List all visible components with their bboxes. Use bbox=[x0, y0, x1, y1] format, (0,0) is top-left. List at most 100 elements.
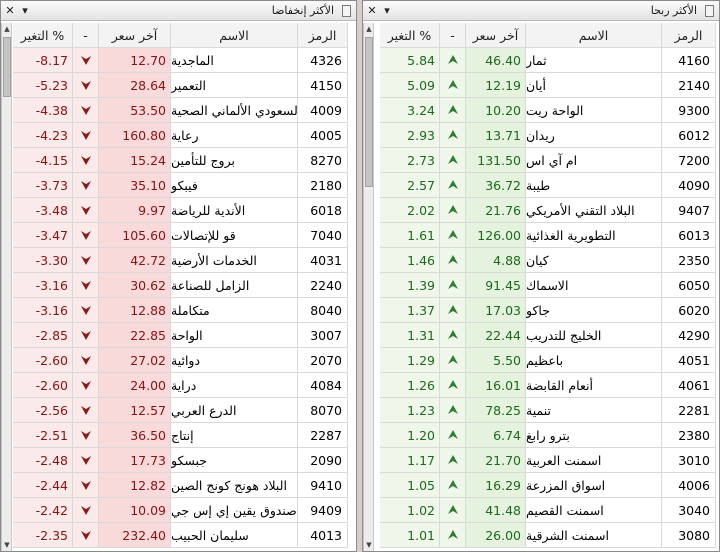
column-header-price[interactable]: آخر سعر bbox=[466, 23, 526, 47]
last-price: 232.40 bbox=[99, 523, 171, 547]
table-row[interactable]: -2.44 12.82 البلاد هونج كونج الصين 9410 bbox=[13, 473, 348, 498]
table-row[interactable]: 1.02 41.48 اسمنت القصيم 3040 bbox=[380, 498, 716, 523]
stock-name-value: اسمنت الشرقية bbox=[526, 527, 609, 543]
change-percent: 1.02 bbox=[380, 498, 440, 522]
chevron-down-icon[interactable]: ▾ bbox=[380, 3, 394, 17]
last-price-value: 36.72 bbox=[485, 177, 521, 193]
down-arrow-icon bbox=[73, 148, 99, 172]
table-row[interactable]: 1.26 16.01 أنعام القابضة 4061 bbox=[380, 373, 716, 398]
column-header-change[interactable]: التغير % bbox=[13, 23, 73, 47]
column-header-code[interactable]: الرمز bbox=[298, 23, 348, 47]
last-price-value: 12.70 bbox=[130, 52, 166, 68]
scroll-down-icon[interactable]: ▼ bbox=[2, 539, 12, 551]
chevron-down-icon[interactable]: ▾ bbox=[18, 3, 32, 17]
table-row[interactable]: -3.48 9.97 الأندية للرياضة 6018 bbox=[13, 198, 348, 223]
stock-name-value: الماجدية bbox=[171, 52, 214, 68]
scroll-up-icon[interactable]: ▲ bbox=[364, 23, 374, 35]
table-row[interactable]: -3.47 105.60 قو للإتصالات 7040 bbox=[13, 223, 348, 248]
table-row[interactable]: -2.42 10.09 صندوق يقين إي إس جي 9409 bbox=[13, 498, 348, 523]
table-row[interactable]: -8.17 12.70 الماجدية 4326 bbox=[13, 48, 348, 73]
stock-code: 2287 bbox=[298, 423, 348, 447]
scroll-up-icon[interactable]: ▲ bbox=[2, 23, 12, 35]
up-arrow-icon bbox=[440, 373, 466, 397]
last-price: 10.20 bbox=[466, 98, 526, 122]
table-row[interactable]: -2.35 232.40 سليمان الحبيب 4013 bbox=[13, 523, 348, 548]
table-row[interactable]: 1.31 22.44 الخليج للتدريب 4290 bbox=[380, 323, 716, 348]
window-restore-icon[interactable] bbox=[342, 5, 351, 17]
table-row[interactable]: 5.09 12.19 أيان 2140 bbox=[380, 73, 716, 98]
table-row[interactable]: 2.73 131.50 ام آي اس 7200 bbox=[380, 148, 716, 173]
close-icon[interactable]: ✕ bbox=[365, 3, 379, 17]
change-percent-value: -2.35 bbox=[35, 527, 68, 543]
scroll-down-icon[interactable]: ▼ bbox=[364, 539, 374, 551]
table-row[interactable]: -2.60 27.02 دوائية 2070 bbox=[13, 348, 348, 373]
column-header-code[interactable]: الرمز bbox=[662, 23, 716, 47]
change-percent-value: 1.31 bbox=[407, 327, 435, 343]
table-row[interactable]: 1.01 26.00 اسمنت الشرقية 3080 bbox=[380, 523, 716, 548]
column-header-dir[interactable]: - bbox=[440, 23, 466, 47]
table-row[interactable]: -3.16 12.88 متكاملة 8040 bbox=[13, 298, 348, 323]
stock-code-value: 4084 bbox=[310, 377, 342, 393]
table-row[interactable]: -4.23 160.80 رعاية 4005 bbox=[13, 123, 348, 148]
stock-code-value: 6018 bbox=[310, 202, 342, 218]
top-losers-title: الأكثر إنخفاضا bbox=[271, 4, 334, 17]
column-header-name[interactable]: الاسم bbox=[526, 23, 662, 47]
stock-name: كيان bbox=[526, 248, 662, 272]
down-arrow-icon bbox=[73, 248, 99, 272]
window-restore-icon[interactable] bbox=[705, 5, 714, 17]
stock-name: متكاملة bbox=[171, 298, 298, 322]
table-row[interactable]: -3.16 30.62 الزامل للصناعة 2240 bbox=[13, 273, 348, 298]
stock-code-value: 8270 bbox=[310, 152, 342, 168]
table-row[interactable]: -2.60 24.00 دراية 4084 bbox=[13, 373, 348, 398]
change-percent-value: 1.01 bbox=[407, 527, 435, 543]
table-row[interactable]: 1.17 21.70 اسمنت العربية 3010 bbox=[380, 448, 716, 473]
change-percent: 3.24 bbox=[380, 98, 440, 122]
scroll-thumb[interactable] bbox=[365, 37, 373, 187]
table-row[interactable]: -5.23 28.64 التعمير 4150 bbox=[13, 73, 348, 98]
table-row[interactable]: 2.57 36.72 طيبة 4090 bbox=[380, 173, 716, 198]
stock-code: 6050 bbox=[662, 273, 716, 297]
stock-code-value: 4006 bbox=[678, 477, 710, 493]
top-gainers-scrollbar[interactable]: ▲ ▼ bbox=[363, 23, 374, 551]
table-row[interactable]: 1.61 126.00 التطويرية الغذائية 6013 bbox=[380, 223, 716, 248]
stock-code-value: 6013 bbox=[678, 227, 710, 243]
column-header-change[interactable]: التغير % bbox=[380, 23, 440, 47]
table-row[interactable]: 1.37 17.03 جاكو 6020 bbox=[380, 298, 716, 323]
stock-code: 2240 bbox=[298, 273, 348, 297]
table-row[interactable]: 1.46 4.88 كيان 2350 bbox=[380, 248, 716, 273]
table-row[interactable]: -2.51 36.50 إنتاج 2287 bbox=[13, 423, 348, 448]
table-row[interactable]: 2.93 13.71 ريدان 6012 bbox=[380, 123, 716, 148]
stock-code: 2380 bbox=[662, 423, 716, 447]
column-header-dir[interactable]: - bbox=[73, 23, 99, 47]
scroll-thumb[interactable] bbox=[3, 37, 11, 97]
table-row[interactable]: -3.30 42.72 الخدمات الأرضية 4031 bbox=[13, 248, 348, 273]
table-row[interactable]: 2.02 21.76 البلاد التقني الأمريكي 9407 bbox=[380, 198, 716, 223]
last-price: 15.24 bbox=[99, 148, 171, 172]
table-row[interactable]: 5.84 46.40 ثمار 4160 bbox=[380, 48, 716, 73]
column-header-name[interactable]: الاسم bbox=[171, 23, 298, 47]
table-row[interactable]: -2.56 12.57 الدرع العربي 8070 bbox=[13, 398, 348, 423]
up-arrow-icon bbox=[440, 423, 466, 447]
column-header-price[interactable]: آخر سعر bbox=[99, 23, 171, 47]
stock-name-value: أيان bbox=[526, 77, 546, 93]
stock-name: السعودي الألماني الصحية bbox=[171, 98, 298, 122]
table-row[interactable]: 1.20 6.74 بترو رابغ 2380 bbox=[380, 423, 716, 448]
table-row[interactable]: -2.85 22.85 الواحة 3007 bbox=[13, 323, 348, 348]
table-row[interactable]: 1.39 91.45 الاسماك 6050 bbox=[380, 273, 716, 298]
table-row[interactable]: -4.38 53.50 السعودي الألماني الصحية 4009 bbox=[13, 98, 348, 123]
change-percent-value: -2.85 bbox=[35, 327, 68, 343]
close-icon[interactable]: ✕ bbox=[3, 3, 17, 17]
stock-code: 2350 bbox=[662, 248, 716, 272]
table-row[interactable]: -4.15 15.24 بروج للتأمين 8270 bbox=[13, 148, 348, 173]
stock-code: 2281 bbox=[662, 398, 716, 422]
table-row[interactable]: -2.48 17.73 جبسكو 2090 bbox=[13, 448, 348, 473]
table-row[interactable]: 1.29 5.50 باعظيم 4051 bbox=[380, 348, 716, 373]
stock-name: البلاد هونج كونج الصين bbox=[171, 473, 298, 497]
top-losers-scrollbar[interactable]: ▲ ▼ bbox=[1, 23, 12, 551]
table-row[interactable]: 3.24 10.20 الواحة ريت 9300 bbox=[380, 98, 716, 123]
table-row[interactable]: -3.73 35.10 فيبكو 2180 bbox=[13, 173, 348, 198]
change-percent: 1.61 bbox=[380, 223, 440, 247]
table-row[interactable]: 1.05 16.29 اسواق المزرعة 4006 bbox=[380, 473, 716, 498]
table-row[interactable]: 1.23 78.25 تنمية 2281 bbox=[380, 398, 716, 423]
last-price: 10.09 bbox=[99, 498, 171, 522]
